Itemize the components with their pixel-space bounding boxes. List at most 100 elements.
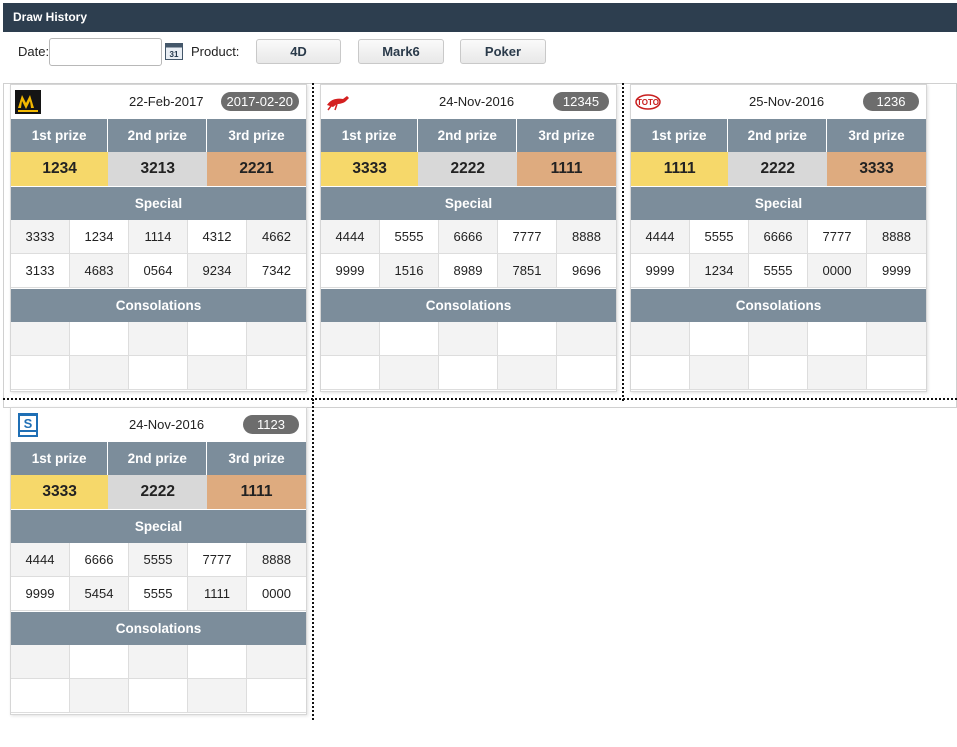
- consolation-number: [129, 322, 188, 356]
- consolation-number: [867, 356, 926, 390]
- prize-value-row: 1234 3213 2221: [11, 152, 306, 186]
- special-header: Special: [631, 186, 926, 220]
- toto-logo-icon: TOTO: [635, 90, 661, 114]
- special-number: 3133: [11, 254, 70, 288]
- consolation-number: [129, 679, 188, 713]
- toolbar: Date: 31 Product: 4D Mark6 Poker: [0, 36, 957, 70]
- third-prize-value: 1111: [207, 475, 306, 509]
- consolation-number: [557, 322, 616, 356]
- singapore-pools-logo-icon: S: [15, 413, 41, 437]
- third-prize-label: 3rd prize: [207, 442, 306, 475]
- special-number: 7851: [498, 254, 557, 288]
- svg-text:S: S: [24, 416, 33, 431]
- second-prize-label: 2nd prize: [418, 119, 518, 152]
- consolation-number: [247, 322, 306, 356]
- special-number: 7777: [808, 220, 867, 254]
- consolation-number: [321, 356, 380, 390]
- consolation-number: [70, 645, 129, 679]
- consolation-number: [11, 322, 70, 356]
- prize-value-row: 1111 2222 3333: [631, 152, 926, 186]
- third-prize-label: 3rd prize: [207, 119, 306, 152]
- draw-number-badge: 1236: [863, 92, 919, 111]
- prize-header-row: 1st prize 2nd prize 3rd prize: [631, 119, 926, 152]
- consolation-number: [11, 356, 70, 390]
- special-number: 4312: [188, 220, 247, 254]
- prize-header-row: 1st prize 2nd prize 3rd prize: [11, 119, 306, 152]
- special-number: 1516: [380, 254, 439, 288]
- consolation-number: [439, 322, 498, 356]
- special-number: 6666: [749, 220, 808, 254]
- special-number: 8888: [247, 543, 306, 577]
- date-input[interactable]: [49, 38, 162, 66]
- consolations-grid: [321, 322, 616, 390]
- special-grid: 4444 5555 6666 7777 8888 9999 1234 5555 0000 9999: [631, 220, 926, 288]
- draw-card: S 24-Nov-2016 1123 1st prize 2nd prize 3rd pr…: [10, 407, 307, 715]
- second-prize-value: 2222: [418, 152, 518, 186]
- window-title: Draw History: [3, 3, 957, 32]
- consolation-number: [129, 356, 188, 390]
- consolation-number: [631, 322, 690, 356]
- consolation-number: [631, 356, 690, 390]
- card-header: TOTO 25-Nov-2016 1236: [631, 85, 926, 119]
- second-prize-label: 2nd prize: [728, 119, 828, 152]
- consolation-number: [247, 679, 306, 713]
- first-prize-value: 1234: [11, 152, 109, 186]
- special-number: 9999: [631, 254, 690, 288]
- prize-header-row: 1st prize 2nd prize 3rd prize: [11, 442, 306, 475]
- consolation-number: [188, 679, 247, 713]
- special-number: 1234: [70, 220, 129, 254]
- first-prize-value: 3333: [321, 152, 419, 186]
- special-number: 6666: [70, 543, 129, 577]
- product-poker-button[interactable]: Poker: [460, 39, 546, 64]
- special-number: 5454: [70, 577, 129, 611]
- special-header: Special: [11, 509, 306, 543]
- svg-text:TOTO: TOTO: [637, 98, 659, 107]
- draw-date: 22-Feb-2017: [129, 94, 204, 109]
- row-divider: [3, 398, 957, 400]
- first-prize-value: 1111: [631, 152, 729, 186]
- magnum-logo-icon: [15, 90, 41, 114]
- special-number: 9234: [188, 254, 247, 288]
- special-number: 4444: [11, 543, 70, 577]
- draw-card: TOTO 25-Nov-2016 1236 1st prize 2nd prize 3rd…: [630, 84, 927, 392]
- special-grid: 4444 6666 5555 7777 8888 9999 5454 5555 1111 0000: [11, 543, 306, 611]
- draw-number-badge: 1123: [243, 415, 299, 434]
- consolation-number: [247, 645, 306, 679]
- special-number: 0564: [129, 254, 188, 288]
- special-number: 7777: [498, 220, 557, 254]
- consolation-number: [70, 356, 129, 390]
- second-prize-label: 2nd prize: [108, 442, 208, 475]
- special-number: 9999: [11, 577, 70, 611]
- draw-card: 22-Feb-2017 2017-02-20 1st prize 2nd prize 3…: [10, 84, 307, 392]
- consolations-header: Consolations: [321, 288, 616, 322]
- third-prize-value: 1111: [517, 152, 616, 186]
- special-number: 7342: [247, 254, 306, 288]
- special-header: Special: [321, 186, 616, 220]
- consolation-number: [439, 356, 498, 390]
- consolation-number: [380, 322, 439, 356]
- first-prize-label: 1st prize: [11, 442, 109, 475]
- calendar-icon[interactable]: 31: [165, 43, 183, 60]
- consolation-number: [498, 356, 557, 390]
- draw-date: 25-Nov-2016: [749, 94, 825, 109]
- special-number: 9999: [867, 254, 926, 288]
- product-mark6-button[interactable]: Mark6: [358, 39, 444, 64]
- consolations-header: Consolations: [11, 288, 306, 322]
- column-divider: [622, 83, 624, 401]
- special-number: 4662: [247, 220, 306, 254]
- product-4d-button[interactable]: 4D: [256, 39, 341, 64]
- special-grid: 3333 1234 1114 4312 4662 3133 4683 0564 9234 7342: [11, 220, 306, 288]
- second-prize-value: 3213: [108, 152, 208, 186]
- draw-date: 24-Nov-2016: [439, 94, 515, 109]
- draw-card: 24-Nov-2016 12345 1st prize 2nd prize 3rd pr…: [320, 84, 617, 392]
- consolation-number: [867, 322, 926, 356]
- prize-table: 1st prize 2nd prize 3rd prize 1111 2222 3333 S…: [631, 119, 926, 390]
- consolation-number: [808, 322, 867, 356]
- special-number: 1234: [690, 254, 749, 288]
- special-number: 9999: [321, 254, 380, 288]
- consolations-grid: [11, 322, 306, 390]
- special-number: 5555: [749, 254, 808, 288]
- special-header: Special: [11, 186, 306, 220]
- product-label: Product:: [191, 44, 240, 59]
- second-prize-value: 2222: [108, 475, 208, 509]
